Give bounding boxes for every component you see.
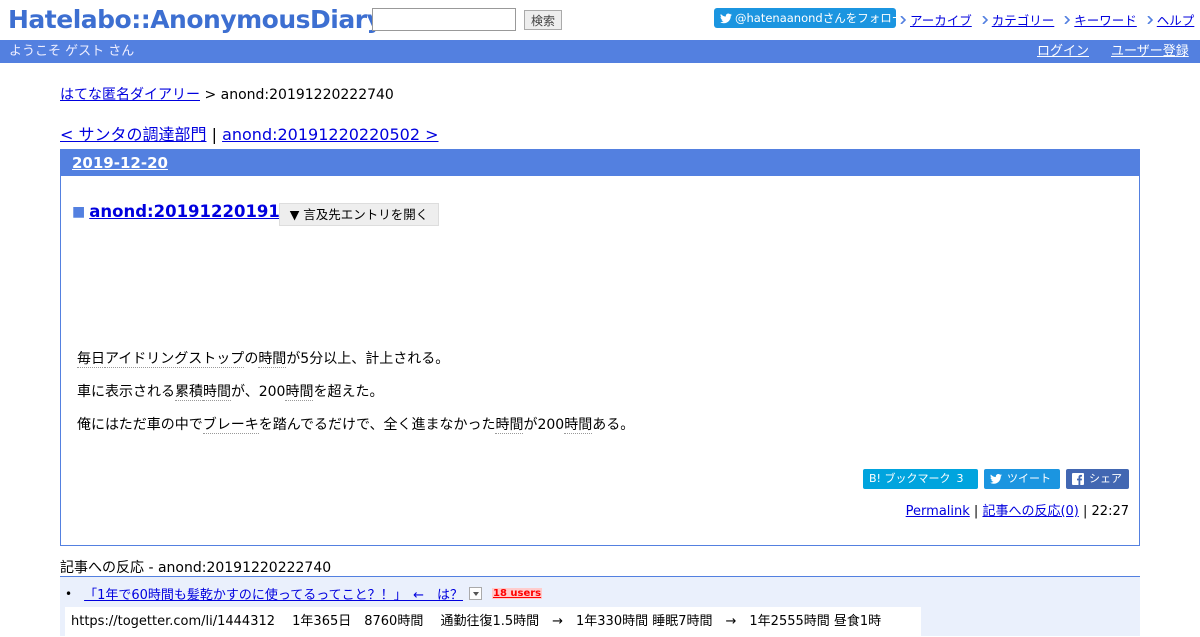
twitter-follow-label: @hatenaanondさんをフォロー [735,11,904,25]
text-fragment: が5分以上、計上される。 [286,351,450,367]
keyword-link[interactable]: 時間 [258,351,287,368]
nav-category[interactable]: カテゴリー [982,10,1055,29]
footer-separator: | [969,504,983,519]
facebook-share-button[interactable]: シェア [1066,469,1129,489]
text-fragment: にはただ [91,417,147,433]
reaction-excerpt: https://togetter.com/li/1444312 1年365日 8… [65,607,921,637]
bookmark-users-badge[interactable]: 18 users [491,588,543,599]
entry-footer: Permalink | 記事への反応(0) | 22:27 [906,500,1129,519]
text-fragment: の中で [160,417,203,433]
header: Hatelabo::AnonymousDiary 検索 @hatenaanond… [0,0,1200,40]
nav-category-link[interactable]: カテゴリー [992,10,1055,29]
keyword-link[interactable]: 時間 [495,417,524,434]
permalink-link[interactable]: Permalink [906,504,970,519]
welcome-text: ようこそ ゲスト さん [9,44,135,59]
chevron-right-icon [900,15,906,24]
text-fragment: の [244,351,259,367]
dropdown-toggle-icon[interactable] [468,587,482,600]
keyword-link[interactable]: 累積 [175,384,203,401]
day-section: 2019-12-20 ■ anond:20191220191352 ▼ 言及先エ… [60,149,1140,546]
keyword-link[interactable]: 毎日 [77,351,105,368]
footer-separator: | [1078,504,1092,519]
text-fragment: に表示される [91,384,175,400]
entry-title: ■ anond:20191220191352 [72,202,314,221]
twitter-bird-icon [990,474,1002,484]
twitter-follow-button[interactable]: @hatenaanondさんをフォロー [714,8,903,28]
hatena-bookmark-button[interactable]: B! ブックマーク 3 [863,469,978,489]
text-fragment: ある。 [592,417,635,433]
keyword-link[interactable]: 時間 [564,417,593,434]
hatena-bookmark-label: B! ブックマーク [869,472,951,485]
breadcrumb-current: anond:20191220222740 [220,87,394,103]
reactions-list: • 「1年で60時間も髪乾かすのに使ってるってこと？！」 ← は？ 18 use… [60,576,1140,637]
facebook-icon [1072,473,1084,485]
keyword-link[interactable]: アイドリングストップ [105,351,245,368]
text-fragment: を踏んでるだけで、全く進まなかった [258,417,496,433]
site-logo[interactable]: Hatelabo::AnonymousDiary [8,5,383,35]
breadcrumb: はてな匿名ダイアリー > anond:20191220222740 [60,84,394,104]
login-link[interactable]: ログイン [1037,40,1089,63]
text-fragment: 俺 [77,417,91,433]
share-buttons: B! ブックマーク 3 ツイート シェア [863,469,1129,489]
reactions-link[interactable]: 記事への反応(0) [982,504,1078,519]
day-header: 2019-12-20 [61,150,1139,176]
reactions-heading: 記事への反応 - anond:20191220222740 [60,560,332,576]
tweet-label: ツイート [1007,472,1051,485]
next-entry-link[interactable]: anond:20191220220502 > [222,125,438,144]
chevron-right-icon [982,15,988,24]
entry-body: 毎日アイドリングストップの時間が5分以上、計上される。 車に表示される累積時間が… [77,350,634,449]
nav-help[interactable]: ヘルプ [1147,10,1195,29]
keyword-link[interactable]: ブレーキ [202,417,259,434]
user-bar: ようこそ ゲスト さん ログイン ユーザー登録 [0,40,1200,63]
body-paragraph: 毎日アイドリングストップの時間が5分以上、計上される。 [77,350,634,368]
chevron-right-icon [1064,15,1071,24]
text-fragment: が、200 [231,384,286,400]
pager-divider: | [206,125,223,144]
body-paragraph: 俺にはただ車の中でブレーキを踏んでるだけで、全く進まなかった時間が200時間ある… [77,416,634,434]
entry-time: 22:27 [1091,504,1129,519]
entry-bullet-icon: ■ [72,203,86,220]
top-nav: アーカイブ カテゴリー キーワード ヘルプ [900,10,1194,29]
breadcrumb-home[interactable]: はてな匿名ダイアリー [60,87,200,103]
body-paragraph: 車に表示される累積時間が、200時間を超えた。 [77,383,634,401]
text-fragment: 車 [77,384,91,400]
open-referenced-entry-button[interactable]: ▼ 言及先エントリを開く [279,203,439,226]
keyword-link[interactable]: 時間 [285,384,314,401]
prev-entry-link[interactable]: < サンタの調達部門 [60,125,207,144]
nav-keyword-link[interactable]: キーワード [1074,10,1137,29]
twitter-bird-icon [720,13,732,24]
list-bullet-icon: • [65,586,73,601]
facebook-share-label: シェア [1089,472,1122,485]
text-fragment: を超えた。 [313,384,384,400]
nav-archive[interactable]: アーカイブ [900,10,972,29]
pager: < サンタの調達部門 | anond:20191220220502 > [60,121,439,145]
nav-archive-link[interactable]: アーカイブ [910,10,972,29]
day-date-link[interactable]: 2019-12-20 [72,154,168,172]
register-link[interactable]: ユーザー登録 [1111,40,1189,63]
nav-help-link[interactable]: ヘルプ [1157,10,1195,29]
chevron-right-icon [1147,15,1153,24]
search-input[interactable] [372,8,516,31]
search-button[interactable]: 検索 [524,10,562,30]
nav-keyword[interactable]: キーワード [1064,10,1137,29]
reaction-link[interactable]: 「1年で60時間も髪乾かすのに使ってるってこと？！」 ← は？ [84,584,463,603]
keyword-link[interactable]: 時間 [203,384,231,401]
breadcrumb-separator: > [200,87,221,103]
bookmark-count: 3 [956,472,964,485]
tweet-button[interactable]: ツイート [984,469,1060,489]
text-fragment: が200 [523,417,565,433]
list-item: • 「1年で60時間も髪乾かすのに使ってるってこと？！」 ← は？ 18 use… [65,584,543,603]
text-fragment: 車 [146,417,161,433]
